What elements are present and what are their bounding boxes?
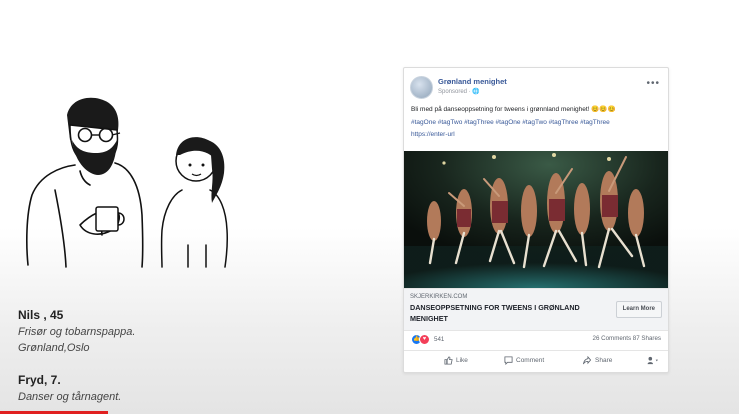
thumbs-up-icon xyxy=(444,356,453,365)
link-preview[interactable]: SKJERKIRKEN.COM DANSEOPPSETNING FOR TWEE… xyxy=(404,288,668,331)
persona-fryd: Fryd, 7. Danser og tårnagent. xyxy=(18,373,121,403)
persona-nils-location: Grønland,Oslo xyxy=(18,342,90,354)
persona-nils-name: Nils , 45 xyxy=(18,308,64,322)
post-header: Grønland menighet Sponsored · 🌐 ••• xyxy=(410,76,662,100)
illustration-father-daughter xyxy=(20,95,240,270)
love-reaction-icon: ♥ xyxy=(419,334,430,345)
post-hashtags[interactable]: #tagOne #tagTwo #tagThree #tagOne #tagTw… xyxy=(411,117,661,130)
persona-nils: Nils , 45 Frisør og tobarnspappa. Grønla… xyxy=(18,308,135,354)
engagement-stats: 👍 ♥ 541 26 Comments 87 Shares xyxy=(411,334,661,346)
father-figure xyxy=(26,162,144,268)
globe-icon: 🌐 xyxy=(472,89,480,95)
share-label: Share xyxy=(595,357,613,364)
post-actions: Like Comment Share xyxy=(404,350,668,371)
audience-selector[interactable] xyxy=(646,356,663,365)
comments-shares-count[interactable]: 26 Comments 87 Shares xyxy=(593,335,661,342)
share-icon xyxy=(582,356,592,365)
facebook-ad-card: Grønland menighet Sponsored · 🌐 ••• Bli … xyxy=(403,67,669,373)
reaction-count: 541 xyxy=(434,336,445,343)
comment-icon xyxy=(504,356,513,365)
sponsored-text: Sponsored · xyxy=(438,89,473,95)
ad-image[interactable] xyxy=(404,151,668,288)
persona-fryd-occupation: Danser og tårnagent. xyxy=(18,391,122,403)
post-text: Bli med på danseoppsetning for tweens i … xyxy=(411,106,616,113)
comment-button[interactable]: Comment xyxy=(504,356,544,365)
post-url[interactable]: https://enter-url xyxy=(411,129,661,142)
reactions[interactable]: 👍 ♥ 541 xyxy=(411,334,444,345)
post-body: Bli med på danseoppsetning for tweens i … xyxy=(411,104,661,142)
learn-more-button[interactable]: Learn More xyxy=(615,301,662,318)
sponsored-label: Sponsored · 🌐 xyxy=(438,88,480,95)
father-head xyxy=(67,97,121,175)
like-label: Like xyxy=(456,357,468,364)
person-dropdown-icon xyxy=(647,356,658,365)
page-avatar[interactable] xyxy=(410,76,433,99)
persona-nils-occupation: Frisør og tobarnspappa. xyxy=(18,326,136,338)
share-button[interactable]: Share xyxy=(582,356,612,365)
link-domain: SKJERKIRKEN.COM xyxy=(410,294,468,300)
more-options-icon[interactable]: ••• xyxy=(646,78,660,89)
page-name[interactable]: Grønland menighet xyxy=(438,77,507,86)
comment-label: Comment xyxy=(516,357,545,364)
persona-fryd-name: Fryd, 7. xyxy=(18,373,61,387)
link-headline[interactable]: DANSEOPPSETNING FOR TWEENS I GRØNLAND ME… xyxy=(410,303,600,324)
like-button[interactable]: Like xyxy=(444,356,468,365)
